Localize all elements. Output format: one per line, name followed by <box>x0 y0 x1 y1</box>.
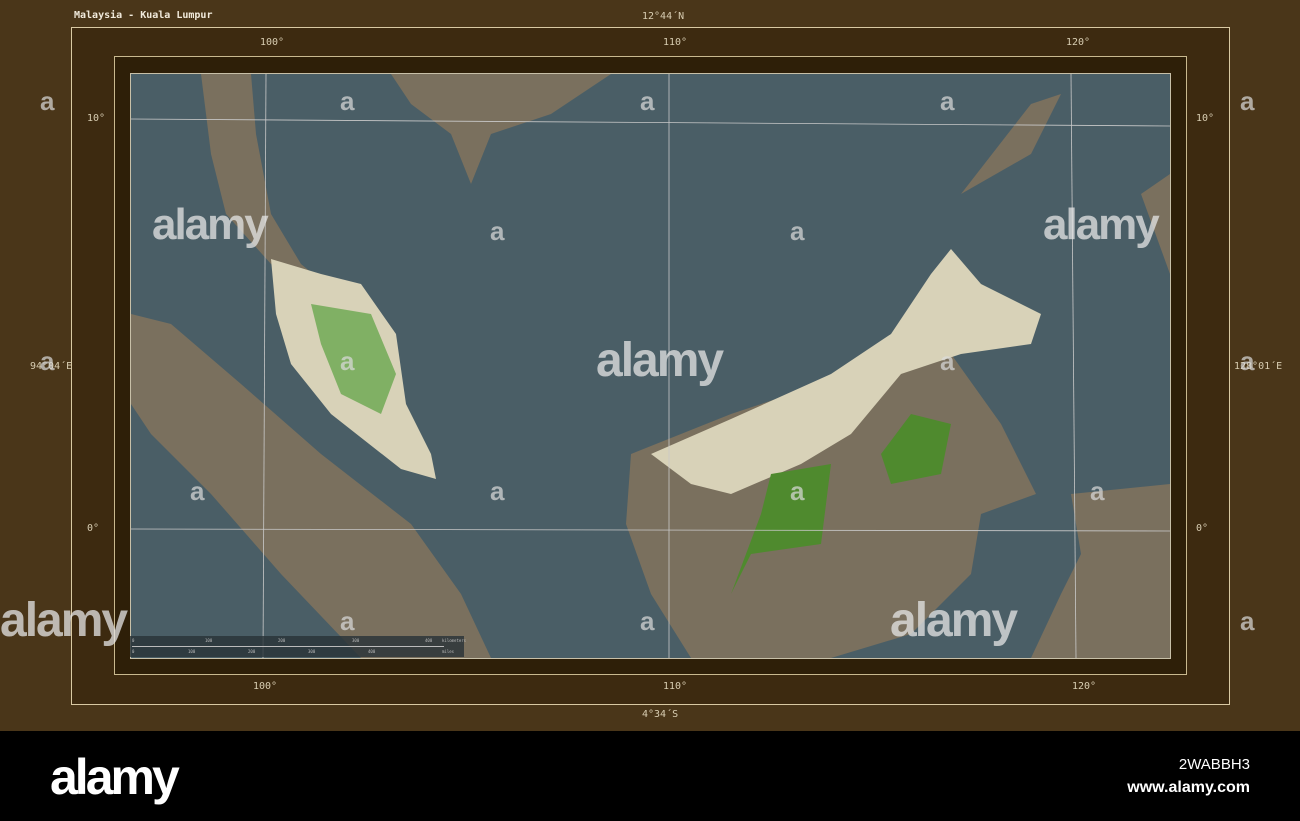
land-sulawesi <box>1031 484 1170 658</box>
watermark-mark: a <box>790 216 805 246</box>
watermark-mark: a <box>1240 346 1255 376</box>
land-vietnam <box>391 74 611 184</box>
watermark-mark: a <box>490 476 505 506</box>
watermark-mark: a <box>340 606 355 636</box>
scale-label: 100 <box>188 649 196 654</box>
watermark-mark: a <box>190 476 205 506</box>
scale-label: 100 <box>205 638 213 643</box>
lon-tick-top: 110° <box>663 37 688 48</box>
watermark-mark: a <box>940 86 955 116</box>
scale-label: 300 <box>352 638 360 643</box>
watermark: alamy <box>1043 200 1160 249</box>
watermark-mark: a <box>640 606 655 636</box>
lat-tick-right: 10° <box>1196 113 1215 124</box>
watermark: alamy <box>0 594 128 647</box>
south-bound-label: 4°34´S <box>642 709 679 720</box>
stock-banner <box>0 731 1300 821</box>
scale-label: 400 <box>368 649 376 654</box>
scale-label: 0 <box>132 638 135 643</box>
lon-tick-top: 100° <box>260 37 285 48</box>
alamy-logo: alamy <box>50 749 180 805</box>
north-bound-label: 12°44´N <box>642 11 685 22</box>
image-id: 2WABBH3 <box>1178 756 1250 773</box>
graticule <box>131 118 1170 127</box>
watermark-mark: a <box>340 346 355 376</box>
watermark: alamy <box>152 200 269 249</box>
watermark-mark: a <box>1240 86 1255 116</box>
lon-tick-top: 120° <box>1066 37 1091 48</box>
watermark-mark: a <box>340 86 355 116</box>
watermark-mark: a <box>1240 606 1255 636</box>
watermark-mark: a <box>490 216 505 246</box>
lon-tick-bottom: 120° <box>1072 681 1097 692</box>
scale-label: 0 <box>132 649 135 654</box>
graticule <box>262 74 267 658</box>
scale-label: 400 <box>425 638 433 643</box>
watermark: alamy <box>596 334 724 387</box>
scale-unit: miles <box>442 649 455 654</box>
lat-tick-right: 0° <box>1196 523 1209 534</box>
watermark-mark: a <box>640 86 655 116</box>
watermark: alamy <box>890 594 1018 647</box>
scale-label: 200 <box>278 638 286 643</box>
lon-tick-bottom: 100° <box>253 681 278 692</box>
scale-bar: 0 100 200 300 400 kilometers 0 100 200 3… <box>130 636 467 657</box>
site-url[interactable]: www.alamy.com <box>1127 779 1250 797</box>
map-title: Malaysia - Kuala Lumpur <box>74 10 213 21</box>
scale-label: 300 <box>308 649 316 654</box>
watermark-mark: a <box>1090 476 1105 506</box>
scale-unit: kilometers <box>442 638 467 643</box>
watermark-mark: a <box>940 346 955 376</box>
watermark-mark: a <box>790 476 805 506</box>
lat-tick-left: 10° <box>87 113 106 124</box>
lat-tick-left: 0° <box>87 523 100 534</box>
scale-label: 200 <box>248 649 256 654</box>
watermark-mark: a <box>40 346 55 376</box>
watermark-mark: a <box>40 86 55 116</box>
lon-tick-bottom: 110° <box>663 681 688 692</box>
